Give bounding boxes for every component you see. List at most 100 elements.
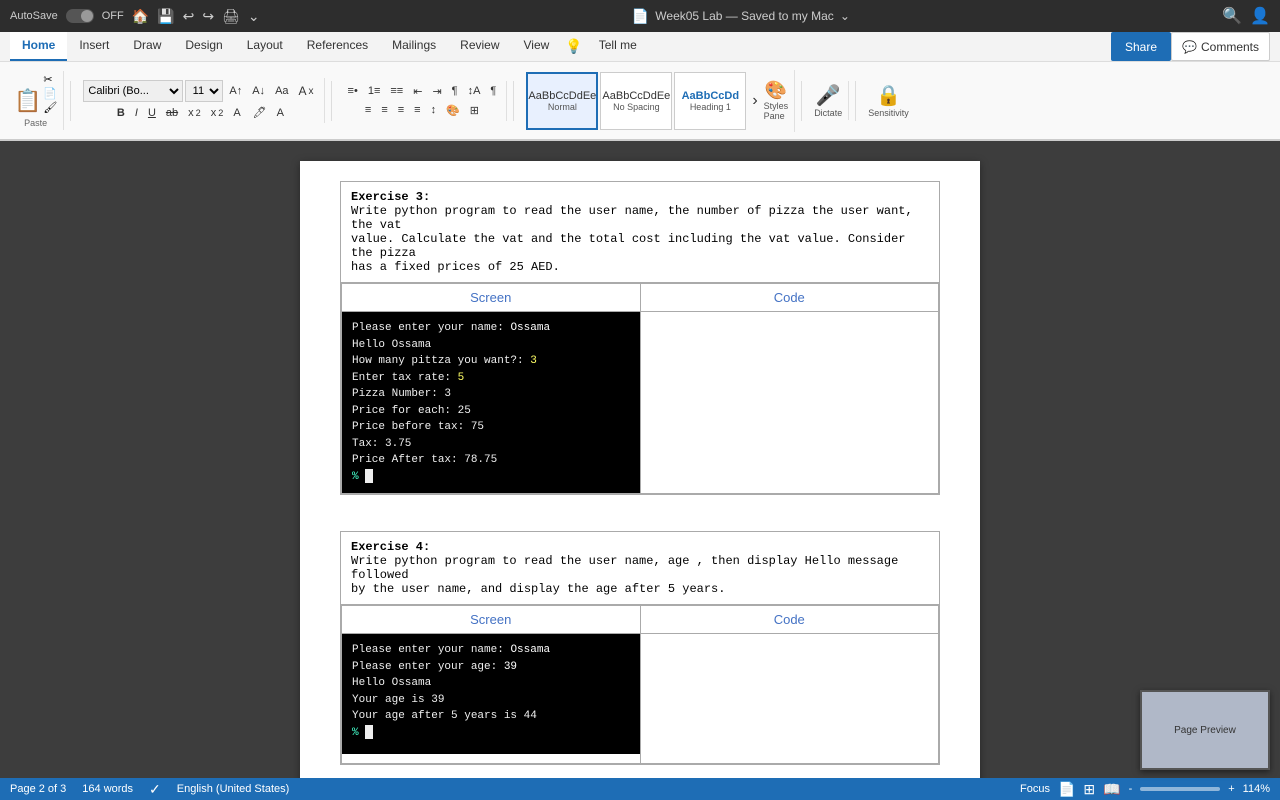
bold-button[interactable]: B (113, 105, 129, 121)
increase-indent-btn[interactable]: ⇥ (428, 83, 445, 100)
italic-button[interactable]: I (131, 105, 142, 121)
focus-label[interactable]: Focus (1020, 783, 1050, 795)
tab-home[interactable]: Home (10, 32, 67, 61)
word-count: 164 words (82, 783, 133, 795)
bullets-btn[interactable]: ≡• (344, 83, 362, 99)
format-painter-icon[interactable]: 🖌 (43, 101, 57, 114)
profile-icon[interactable]: 👤 (1250, 6, 1270, 26)
comments-button[interactable]: 💬 Comments (1171, 32, 1270, 61)
tab-design[interactable]: Design (173, 32, 234, 61)
sort-btn[interactable]: ↕A (464, 83, 485, 99)
change-case-btn[interactable]: Aa (271, 83, 292, 99)
clear-format-btn[interactable]: Ax (295, 82, 318, 100)
shading-btn[interactable]: A (273, 105, 288, 121)
style-normal[interactable]: AaBbCcDdEe Normal (526, 72, 598, 130)
cut-icon[interactable]: ✂ (43, 73, 57, 86)
share-button[interactable]: Share (1111, 32, 1171, 61)
document-area: Exercise 3: Write python program to read… (0, 141, 1280, 778)
numbering-btn[interactable]: 1≡ (364, 83, 385, 99)
align-center-btn[interactable]: ≡ (377, 102, 391, 118)
underline-button[interactable]: U (144, 105, 160, 121)
tab-draw[interactable]: Draw (121, 32, 173, 61)
terminal-line-6: Price for each: 25 (352, 403, 630, 420)
page: Exercise 3: Write python program to read… (300, 161, 980, 778)
view-normal-icon[interactable]: 📄 (1058, 781, 1075, 798)
tab-layout[interactable]: Layout (235, 32, 295, 61)
borders-btn[interactable]: ⊞ (466, 102, 483, 119)
styles-more-btn[interactable]: › (748, 90, 761, 112)
increase-font-btn[interactable]: A↑ (225, 83, 246, 99)
exercise3-box: Exercise 3: Write python program to read… (340, 181, 940, 495)
font-color-btn[interactable]: A (229, 105, 246, 121)
sep2 (331, 81, 332, 121)
sep5 (855, 81, 856, 121)
exercise3-desc: Write python program to read the user na… (351, 204, 913, 274)
language[interactable]: English (United States) (177, 783, 290, 795)
align-left-btn[interactable]: ≡ (361, 102, 375, 118)
dictate-icon[interactable]: 🎤 (816, 83, 841, 108)
exercise4-code-cell[interactable] (640, 634, 939, 764)
save-icon[interactable]: 💾 (157, 8, 174, 25)
tab-references[interactable]: References (295, 32, 380, 61)
view-read-icon[interactable]: 📖 (1103, 781, 1120, 798)
search-icon[interactable]: 🔍 (1222, 6, 1242, 26)
paste-icon[interactable]: 📋 (14, 88, 41, 114)
autosave-toggle[interactable] (66, 9, 94, 23)
exercise3-table: Screen Code Please enter your name: Ossa… (341, 283, 939, 494)
clipboard-group: 📋 ✂ 📄 🖌 Paste (8, 71, 64, 130)
style-no-spacing[interactable]: AaBbCcDdEe No Spacing (600, 72, 672, 130)
status-bar: Page 2 of 3 164 words ✓ English (United … (0, 778, 1280, 800)
line-spacing-btn[interactable]: ↕ (427, 102, 441, 118)
home-icon[interactable]: 🏠 (132, 8, 149, 25)
show-hide-btn[interactable]: ¶ (486, 83, 500, 99)
tab-insert[interactable]: Insert (67, 32, 121, 61)
zoom-in-icon[interactable]: + (1228, 783, 1234, 795)
undo-icon[interactable]: ↩ (183, 8, 195, 25)
redo-icon[interactable]: ↪ (202, 8, 214, 25)
tab-review[interactable]: Review (448, 32, 511, 61)
tab-tell-me[interactable]: Tell me (587, 32, 649, 61)
dictate-label: Dictate (814, 108, 842, 118)
ribbon: Home Insert Draw Design Layout Reference… (0, 32, 1280, 141)
more-icon[interactable]: ⌄ (248, 8, 260, 25)
font-size-select[interactable]: 11 (185, 80, 223, 102)
styles-pane-btn[interactable]: 🎨 StylesPane (764, 80, 789, 121)
terminal-line-5: Pizza Number: 3 (352, 386, 630, 403)
tab-mailings[interactable]: Mailings (380, 32, 448, 61)
zoom-slider[interactable] (1140, 787, 1220, 791)
terminal-line-3: How many pittza you want?: 3 (352, 353, 630, 370)
superscript-btn[interactable]: x2 (207, 105, 228, 121)
style-heading1[interactable]: AaBbCcDd Heading 1 (674, 72, 746, 130)
subscript-btn[interactable]: x2 (184, 105, 205, 121)
terminal-line-7: Price before tax: 75 (352, 419, 630, 436)
align-right-btn[interactable]: ≡ (394, 102, 408, 118)
title-bar-center: 📄 Week05 Lab — Saved to my Mac ⌄ (632, 8, 850, 25)
exercise3-code-cell[interactable] (640, 312, 939, 494)
decrease-font-btn[interactable]: A↓ (248, 83, 269, 99)
font-family-select[interactable]: Calibri (Bo... (83, 80, 183, 102)
highlight-btn[interactable]: 🖊 (249, 104, 271, 121)
font-group: Calibri (Bo... 11 A↑ A↓ Aa Ax B I U ab x… (77, 78, 324, 123)
justify-btn[interactable]: ≡ (410, 102, 424, 118)
zoom-level[interactable]: 114% (1243, 783, 1270, 795)
terminal-line-8: Tax: 3.75 (352, 436, 630, 453)
sensitivity-icon[interactable]: 🔒 (876, 83, 901, 108)
print-icon[interactable]: 🖨 (222, 8, 240, 25)
status-left: Page 2 of 3 164 words ✓ English (United … (10, 781, 289, 798)
paragraph-marks-btn[interactable]: ¶ (448, 83, 462, 99)
tab-view[interactable]: View (512, 32, 562, 61)
multilevel-btn[interactable]: ≡≡ (386, 83, 407, 99)
exercise4-table: Screen Code Please enter your name: Ossa… (341, 605, 939, 764)
exercise4-screen-cell: Please enter your name: Ossama Please en… (342, 634, 641, 764)
comments-label: Comments (1201, 40, 1259, 54)
decrease-indent-btn[interactable]: ⇤ (409, 83, 426, 100)
zoom-out-icon[interactable]: - (1129, 783, 1133, 795)
shading-para-btn[interactable]: 🎨 (442, 102, 464, 119)
sensitivity-label: Sensitivity (868, 108, 909, 118)
view-layout-icon[interactable]: ⊞ (1083, 781, 1095, 798)
strikethrough-btn[interactable]: ab (162, 105, 182, 121)
exercise3-terminal: Please enter your name: Ossama Hello Oss… (342, 312, 640, 493)
title-chevron[interactable]: ⌄ (840, 9, 850, 23)
copy-icon[interactable]: 📄 (43, 87, 57, 100)
proofing-icon[interactable]: ✓ (149, 781, 161, 798)
